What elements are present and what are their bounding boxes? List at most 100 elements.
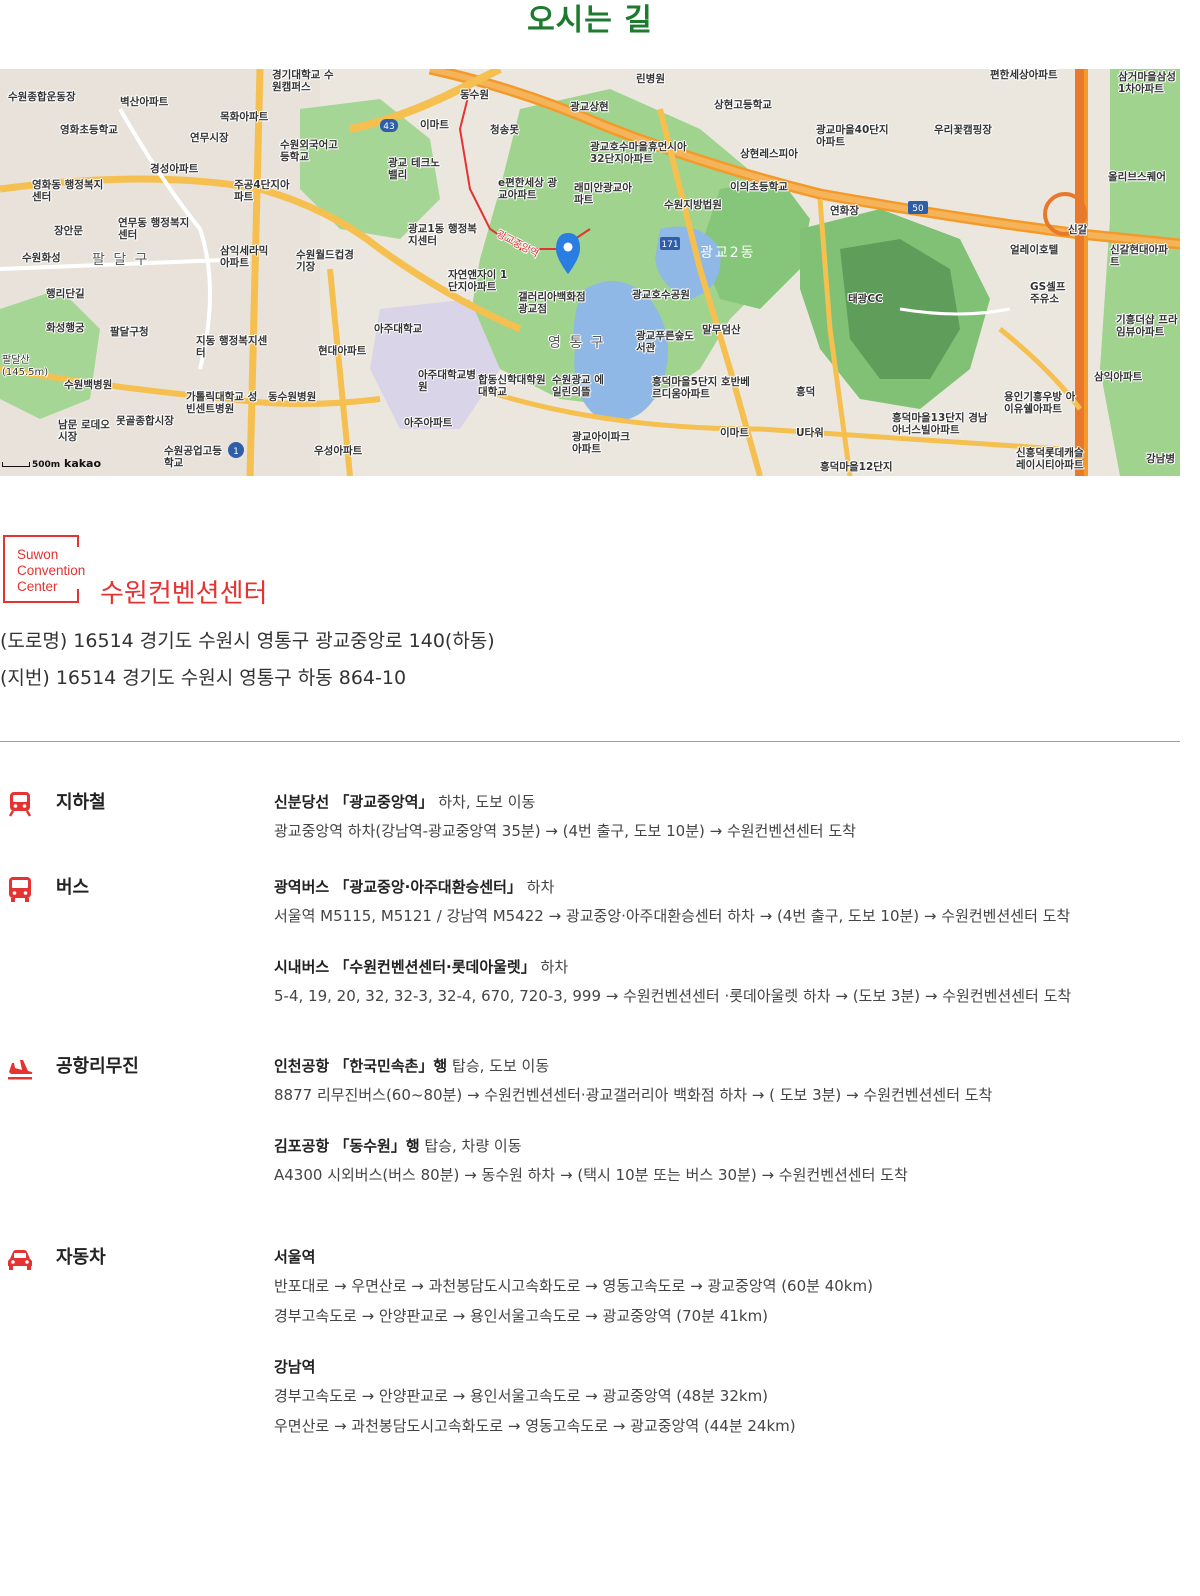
map-label: 용인기흥우방 아이유쉘아파트 xyxy=(1004,391,1076,415)
bus-icon xyxy=(9,877,31,902)
route-line: A4300 시외버스(버스 80분) → 동수원 하차 → (택시 10분 또는… xyxy=(274,1166,908,1184)
page-title: 오시는 길 xyxy=(527,3,653,38)
map-label: 강남병 xyxy=(1146,453,1175,465)
route: 김포공항 「동수원」행 탑승, 차량 이동 A4300 시외버스(버스 80분)… xyxy=(274,1134,1174,1190)
map-label-district: 광교2동 xyxy=(700,245,756,261)
map-label: 동수원 xyxy=(460,89,489,101)
route-line: 경부고속도로 → 안양판교로 → 용인서울고속도로 → 광교중앙역 (70분 4… xyxy=(274,1307,769,1325)
map-label: 광교아이파크아파트 xyxy=(572,431,630,455)
map-label: 수원지방법원 xyxy=(664,199,722,211)
map-label: 지동 행정복지센터 xyxy=(196,335,268,359)
route-head-detail: 탑승, 차량 이동 xyxy=(424,1137,522,1155)
map-label: 남문 로데오시장 xyxy=(58,419,110,443)
map-label: 못골종합시장 xyxy=(116,415,174,427)
venue-logo: Suwon Convention Center xyxy=(3,535,85,603)
map-label: 광교호수마을휴먼시아 32단지아파트 xyxy=(590,141,687,165)
map-label: 장안문 xyxy=(54,225,83,237)
route-line: 서울역 M5115, M5121 / 강남역 M5422 → 광교중앙·아주대환… xyxy=(274,907,1071,925)
transport-title: 공항리무진 xyxy=(56,1056,139,1077)
map-label: 연화장 xyxy=(830,205,859,217)
map-label: 수원광교 에일린의뜰 xyxy=(552,374,604,398)
map-label: 영화초등학교 xyxy=(60,124,118,136)
map-label: 아주대학교병원 xyxy=(418,369,476,393)
map-label: 말무덤산 xyxy=(702,324,741,336)
map-label: 광교호수공원 xyxy=(632,289,690,301)
address-lot: (지번) 16514 경기도 수원시 영통구 하동 864-10 xyxy=(0,667,407,689)
map-label: 흥덕마을5단지 호반베르디움아파트 xyxy=(652,376,750,400)
map-label: 팔달산 (145.5m) xyxy=(2,355,49,378)
map-label: 목화아파트 xyxy=(220,111,269,123)
map-label: 삼익아파트 xyxy=(1094,371,1143,383)
map-label: 수원월드컵경기장 xyxy=(296,249,354,273)
map-label: 광교마을40단지아파트 xyxy=(816,124,889,148)
map-label: 주공4단지아파트 xyxy=(234,179,290,203)
map-label: 태광CC xyxy=(848,293,883,305)
route-head: 김포공항 「동수원」행 xyxy=(274,1137,420,1155)
map-label-district: 팔 달 구 xyxy=(92,252,150,268)
location-map[interactable]: 43 171 50 1 팔 달 구 영 통 구 광교2동 수원종합운동장 벽산아… xyxy=(0,69,1180,476)
map-label: 행리단길 xyxy=(46,288,85,300)
road-badge-50: 50 xyxy=(912,204,924,214)
map-label: 합동신학대학원대학교 xyxy=(478,374,546,398)
route-head: 신분당선 「광교중앙역」 xyxy=(274,793,434,811)
map-label: 연무시장 xyxy=(190,132,229,144)
map-label: 수원백병원 xyxy=(64,379,113,391)
map-label: 수원공업고등학교 xyxy=(164,445,222,469)
route-line: 5-4, 19, 20, 32, 32-3, 32-4, 670, 720-3,… xyxy=(274,987,1072,1005)
map-label: 화성행궁 xyxy=(46,322,85,334)
map-label: 광교1동 행정복지센터 xyxy=(408,223,477,247)
route-line: 반포대로 → 우면산로 → 과천봉담도시고속화도로 → 영동고속도로 → 광교중… xyxy=(274,1277,873,1295)
map-label: 청송못 xyxy=(490,124,519,136)
map-label: 아주아파트 xyxy=(404,417,453,429)
map-label: 신흥덕롯데캐슬 레이시티아파트 xyxy=(1016,447,1084,471)
map-label: GS셀프 주유소 xyxy=(1030,281,1066,305)
route-head: 인천공항 「한국민속촌」행 xyxy=(274,1057,448,1075)
map-label: 경성아파트 xyxy=(150,163,199,175)
route: 강남역 경부고속도로 → 안양판교로 → 용인서울고속도로 → 광교중앙역 (4… xyxy=(274,1355,1174,1441)
map-label: 아주대학교 xyxy=(374,323,423,335)
map-label: 이마트 xyxy=(420,119,449,131)
map-label: 삼익세라믹 아파트 xyxy=(220,245,269,269)
map-label: e편한세상 광교아파트 xyxy=(498,177,558,201)
map-label: 우리꽃캠핑장 xyxy=(934,124,992,136)
route: 광역버스 「광교중앙·아주대환승센터」 하차 서울역 M5115, M5121 … xyxy=(274,875,1174,931)
map-label: 광교푸른숲도서관 xyxy=(636,330,694,354)
route-line: 8877 리무진버스(60~80분) → 수원컨벤션센터·광교갤러리아 백화점 … xyxy=(274,1086,993,1104)
address-road: (도로명) 16514 경기도 수원시 영통구 광교중앙로 140(하동) xyxy=(0,630,495,652)
map-label: 수원종합운동장 xyxy=(8,91,76,103)
transport-title: 자동차 xyxy=(56,1247,106,1268)
map-label: 기흥더샵 프라임뷰아파트 xyxy=(1116,314,1178,338)
map-label: 흥덕마을13단지 경남아너스빌아파트 xyxy=(892,412,988,436)
route: 서울역 반포대로 → 우면산로 → 과천봉담도시고속화도로 → 영동고속도로 →… xyxy=(274,1245,1174,1331)
route-head: 강남역 xyxy=(274,1358,316,1376)
map-label: 동수원병원 xyxy=(268,391,317,403)
map-label: 수원화성 xyxy=(22,252,61,264)
route-head: 시내버스 「수원컨벤션센터·롯데아울렛」 xyxy=(274,958,536,976)
map-label: 이의초등학교 xyxy=(730,181,788,193)
map-label-district: 영 통 구 xyxy=(548,335,606,351)
road-badge-171: 171 xyxy=(661,240,678,250)
road-badge-43: 43 xyxy=(383,122,394,132)
route-head-detail: 하차 xyxy=(526,878,555,896)
map-label: 영화동 행정복지센터 xyxy=(32,179,104,203)
route-line: 경부고속도로 → 안양판교로 → 용인서울고속도로 → 광교중앙역 (48분 3… xyxy=(274,1387,769,1405)
route-line: 광교중앙역 하차(강남역-광교중앙역 35분) → (4번 출구, 도보 10분… xyxy=(274,822,856,840)
map-label: 가톨릭대학교 성빈센트병원 xyxy=(186,391,258,415)
map-label: 편한세상아파트 xyxy=(990,69,1058,81)
route-head: 광역버스 「광교중앙·아주대환승센터」 xyxy=(274,878,522,896)
map-canvas[interactable]: 43 171 50 1 xyxy=(0,69,1180,476)
map-label: 흥덕 xyxy=(796,386,816,398)
map-label: 광교 테크노밸리 xyxy=(388,157,440,181)
map-brand: kakao xyxy=(64,457,102,470)
transport-title: 지하철 xyxy=(56,792,106,813)
route-head: 서울역 xyxy=(274,1248,316,1266)
map-label: U타워 xyxy=(796,427,824,439)
map-label: 래미안광교아파트 xyxy=(574,182,632,206)
map-label: 이마트 xyxy=(720,427,749,439)
map-label: 얼레이호텔 xyxy=(1010,244,1059,256)
map-label: 상현레스피아 xyxy=(740,148,798,160)
transport-title: 버스 xyxy=(56,877,90,898)
map-label: 우성아파트 xyxy=(314,445,363,457)
map-label: 신갈 xyxy=(1068,224,1088,236)
route: 시내버스 「수원컨벤션센터·롯데아울렛」 하차 5-4, 19, 20, 32,… xyxy=(274,955,1174,1011)
